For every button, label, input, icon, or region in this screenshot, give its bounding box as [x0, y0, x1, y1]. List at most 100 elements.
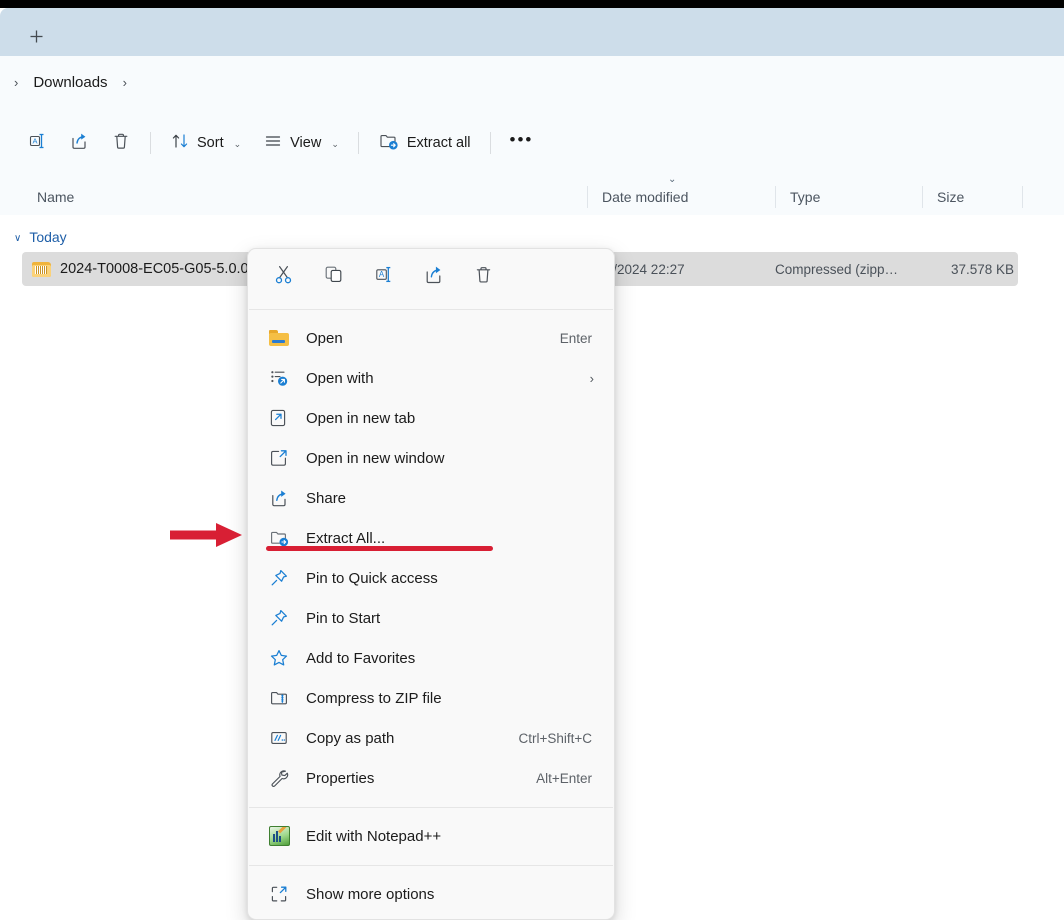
compress-zip-icon: [268, 687, 290, 709]
zip-file-icon: [32, 261, 51, 277]
group-header-label: Today: [29, 229, 67, 245]
menu-item-open-in-new-window[interactable]: Open in new window: [252, 438, 610, 478]
column-header-type[interactable]: Type: [775, 178, 922, 215]
menu-item-label: Pin to Start: [306, 609, 381, 627]
menu-item-label: Add to Favorites: [306, 649, 416, 667]
menu-item-label: Share: [306, 489, 347, 507]
menu-item-edit-with-notepadpp[interactable]: Edit with Notepad++: [252, 816, 610, 856]
svg-text:A: A: [378, 270, 384, 279]
share-button[interactable]: [60, 125, 98, 161]
open-with-icon: [268, 367, 290, 389]
chevron-down-icon: ⌄: [331, 138, 339, 149]
menu-item-label: Compress to ZIP file: [306, 689, 442, 707]
context-menu-footer-list: Show more options: [248, 870, 614, 919]
copy-button[interactable]: [314, 258, 352, 296]
menu-item-open[interactable]: Open Enter: [252, 318, 610, 358]
open-new-tab-icon: [268, 407, 290, 429]
chevron-down-icon: ∨: [14, 232, 22, 244]
see-more-button[interactable]: •••: [501, 125, 543, 161]
extract-all-label: Extract all: [406, 135, 471, 151]
delete-button[interactable]: [102, 125, 140, 161]
menu-item-label: Edit with Notepad++: [306, 827, 442, 845]
ellipsis-icon: •••: [509, 130, 534, 150]
file-size-cell: 37.578 KB: [950, 261, 1014, 277]
command-bar-divider-3: [489, 132, 491, 154]
folder-icon: [268, 327, 290, 349]
menu-item-copy-as-path[interactable]: Copy as path Ctrl+Shift+C: [252, 718, 610, 758]
command-bar-divider-2: [357, 132, 359, 154]
extract-all-button[interactable]: Extract all: [369, 125, 480, 161]
menu-item-shortcut: Enter: [559, 330, 592, 346]
context-menu-divider-3: [249, 865, 613, 866]
menu-item-properties[interactable]: Properties Alt+Enter: [252, 758, 610, 798]
address-bar: › Downloads ›: [0, 56, 1064, 108]
copy-icon: [323, 264, 344, 290]
menu-item-label: Show more options: [306, 885, 435, 903]
menu-item-label: Properties: [306, 769, 375, 787]
menu-item-add-to-favorites[interactable]: Add to Favorites: [252, 638, 610, 678]
menu-item-label: Extract All...: [306, 529, 386, 547]
menu-item-label: Pin to Quick access: [306, 569, 438, 587]
file-name-label: 2024-T0008-EC05-G05-5.0.0.z: [60, 261, 260, 277]
share-button[interactable]: [414, 258, 452, 296]
context-menu-toolbar: A: [248, 249, 614, 305]
context-menu: A Open Enter Open with › Open in new tab…: [247, 248, 615, 920]
copy-path-icon: [268, 727, 290, 749]
menu-item-share[interactable]: Share: [252, 478, 610, 518]
rename-icon: A: [27, 131, 47, 155]
star-icon: [268, 647, 290, 669]
breadcrumb-trailing-chevron-icon[interactable]: ›: [115, 75, 135, 90]
open-new-window-icon: [268, 447, 290, 469]
menu-item-open-in-new-tab[interactable]: Open in new tab: [252, 398, 610, 438]
svg-text:A: A: [32, 136, 37, 145]
menu-item-pin-to-quick-access[interactable]: Pin to Quick access: [252, 558, 610, 598]
view-list-icon: [263, 131, 283, 155]
share-icon: [268, 487, 290, 509]
scissors-icon: [273, 264, 294, 290]
command-bar: A Sort ⌄ View ⌄ Extract all •••: [0, 108, 1064, 178]
menu-item-show-more-options[interactable]: Show more options: [252, 874, 610, 914]
rename-button[interactable]: A: [364, 258, 402, 296]
breadcrumb-leading-chevron-icon[interactable]: ›: [6, 75, 26, 90]
wrench-icon: [268, 767, 290, 789]
group-header-today[interactable]: ∨ Today: [0, 223, 67, 251]
menu-item-shortcut: Ctrl+Shift+C: [518, 730, 592, 746]
plus-icon: [29, 29, 44, 48]
file-type-cell: Compressed (zipp…: [775, 261, 899, 277]
menu-item-label: Open with: [306, 369, 374, 387]
menu-item-pin-to-start[interactable]: Pin to Start: [252, 598, 610, 638]
menu-item-label: Copy as path: [306, 729, 395, 747]
view-button-label: View: [290, 135, 322, 151]
column-divider-4[interactable]: [1022, 186, 1023, 208]
annotation-arrow-icon: [170, 523, 242, 547]
menu-item-extract-all[interactable]: Extract All...: [252, 518, 610, 558]
rename-icon: A: [373, 264, 394, 290]
pin-icon: [268, 567, 290, 589]
context-menu-extra-list: Edit with Notepad++: [248, 812, 614, 861]
column-header-name[interactable]: Name: [22, 178, 587, 215]
context-menu-primary-list: Open Enter Open with › Open in new tab O…: [248, 314, 614, 803]
trash-icon: [111, 131, 131, 155]
view-button[interactable]: View ⌄: [254, 125, 348, 161]
sort-indicator-icon: ⌄: [668, 174, 677, 185]
sort-button[interactable]: Sort ⌄: [161, 125, 250, 161]
delete-button[interactable]: [464, 258, 502, 296]
menu-item-compress-to-zip[interactable]: Compress to ZIP file: [252, 678, 610, 718]
column-header-row: Name Date modified Type Size: [0, 178, 1064, 216]
cut-button[interactable]: [264, 258, 302, 296]
column-header-size[interactable]: Size: [922, 178, 1022, 215]
rename-button[interactable]: A: [18, 125, 56, 161]
extract-all-icon: [378, 131, 400, 155]
column-header-date-modified[interactable]: Date modified: [587, 178, 775, 215]
chevron-right-icon: ›: [589, 370, 594, 386]
command-bar-divider-1: [150, 132, 151, 154]
menu-item-open-with[interactable]: Open with ›: [252, 358, 610, 398]
tab-strip: [0, 8, 1064, 56]
context-menu-divider-1: [249, 309, 613, 310]
titlebar-strip: [0, 0, 1064, 8]
new-tab-button[interactable]: [20, 22, 52, 54]
sort-button-label: Sort: [197, 135, 224, 151]
context-menu-divider-2: [249, 807, 613, 808]
breadcrumb-item-downloads[interactable]: Downloads: [26, 71, 114, 94]
menu-item-label: Open: [306, 329, 343, 347]
